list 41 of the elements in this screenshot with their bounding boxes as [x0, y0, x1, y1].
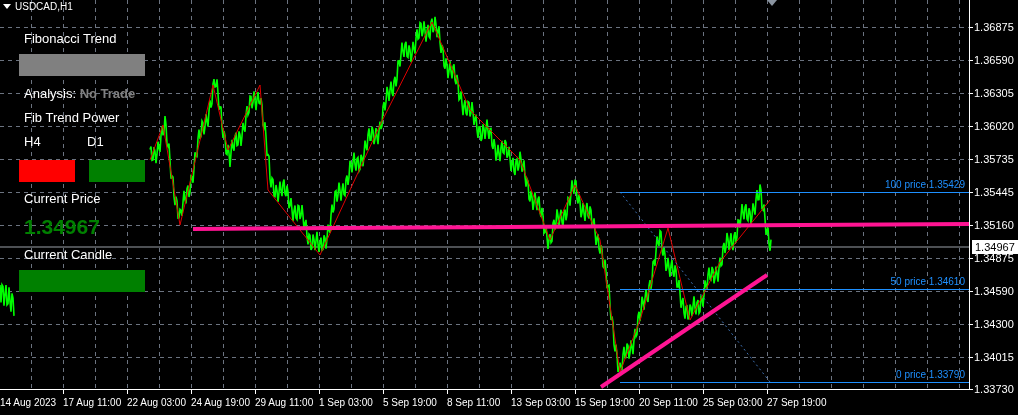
price-axis-label: 1.36875	[974, 20, 1014, 34]
price-axis-label: 1.36305	[974, 86, 1014, 100]
price-axis-label: 1.34015	[974, 350, 1014, 364]
price-axis-label: 1.33730	[974, 382, 1014, 396]
symbol-label[interactable]: USDCAD,H1	[3, 1, 73, 12]
time-axis-label: 29 Aug 11:00	[255, 396, 314, 410]
time-axis-label: 20 Sep 11:00	[639, 396, 698, 410]
fib-level-label: 100 price 1.35429	[884, 179, 965, 191]
current-candle-label: Current Candle	[23, 246, 114, 263]
time-axis-label: 1 Sep 03:00	[319, 396, 373, 410]
time-axis-label: 13 Sep 03:00	[511, 396, 571, 410]
timeframe-label: H4	[23, 133, 42, 150]
price-axis-label: 1.36020	[974, 119, 1014, 133]
analysis-text: Analysis: No Trade	[23, 85, 137, 102]
current-price-tag: 1.34967	[972, 240, 1018, 254]
fib-level-label: 50 price 1.34610	[890, 276, 965, 288]
price-axis-label: 1.34300	[974, 317, 1014, 331]
dropdown-icon	[3, 4, 11, 9]
time-axis-label: 27 Sep 19:00	[767, 396, 827, 410]
time-axis-label: 15 Sep 19:00	[575, 396, 635, 410]
fib-level-label: 0 price 1.33790	[896, 369, 965, 381]
time-axis-label: 24 Aug 19:00	[191, 396, 250, 410]
price-axis-label: 1.35735	[974, 152, 1014, 166]
timeframe-label: D1	[86, 133, 105, 150]
time-axis-label: 8 Sep 11:00	[447, 396, 501, 410]
time-axis-label: 17 Aug 11:00	[63, 396, 122, 410]
price-axis-label: 1.36590	[974, 53, 1014, 67]
shift-marker-icon[interactable]	[767, 0, 777, 6]
price-axis-label: 1.34875	[974, 251, 1014, 265]
time-axis-label: 14 Aug 2023	[0, 396, 57, 410]
time-axis-label: 22 Aug 03:00	[127, 396, 186, 410]
symbol-text: USDCAD,H1	[15, 1, 73, 12]
time-axis-label: 25 Sep 03:00	[703, 396, 763, 410]
price-axis-label: 1.35445	[974, 185, 1014, 199]
time-axis-label: 5 Sep 19:00	[383, 396, 437, 410]
panel-title: Fibonacci Trend	[23, 30, 118, 47]
price-axis-label: 1.34590	[974, 284, 1014, 298]
current-price-value: 1.34967	[23, 214, 101, 240]
price-axis-label: 1.35160	[974, 218, 1014, 232]
power-title: Fib Trend Power	[23, 109, 121, 126]
current-price-label: Current Price	[23, 190, 102, 207]
